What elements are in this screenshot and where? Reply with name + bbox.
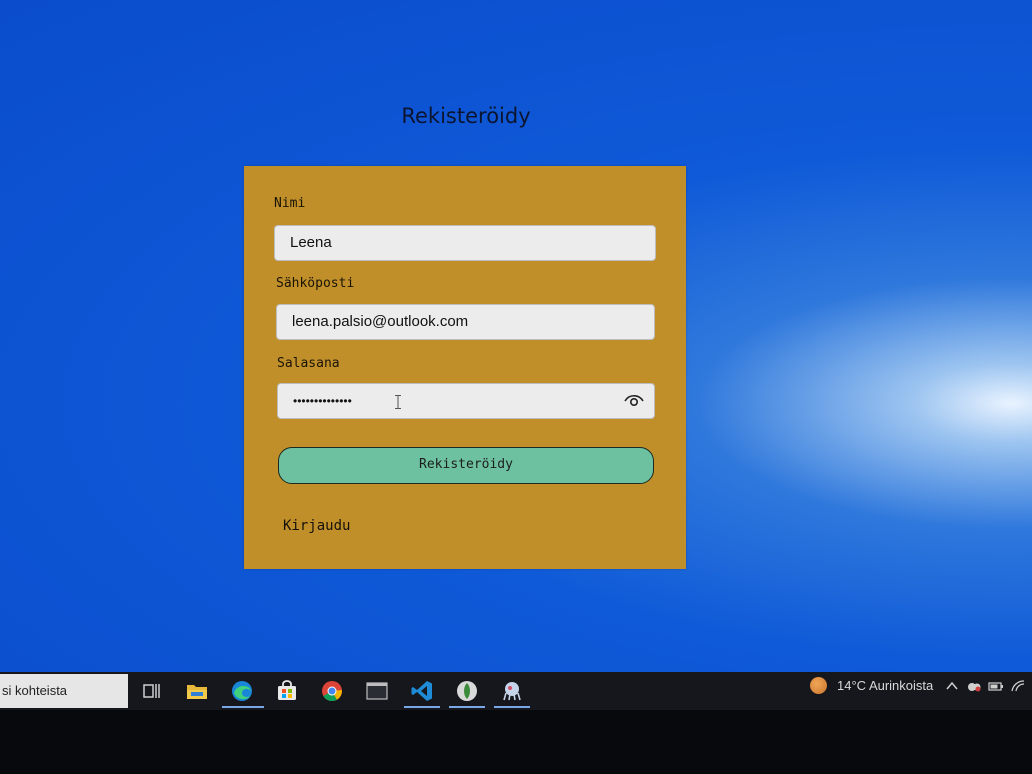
edge-icon[interactable]	[230, 679, 254, 703]
terminal-icon[interactable]	[365, 679, 389, 703]
show-password-icon[interactable]	[624, 392, 644, 410]
app-2-active-indicator	[494, 706, 530, 708]
battery-icon[interactable]	[988, 679, 1004, 693]
taskbar-search-input[interactable]: si kohteista	[0, 674, 128, 708]
app-icon-2[interactable]	[500, 679, 524, 703]
monitor-bezel	[0, 710, 1032, 774]
password-label: Salasana	[277, 356, 340, 371]
app-active-indicator	[449, 706, 485, 708]
wifi-icon[interactable]	[1010, 679, 1026, 693]
name-input[interactable]: Leena	[274, 225, 656, 261]
password-input[interactable]: ••••••••••••••	[277, 383, 655, 419]
cloud-sync-icon[interactable]	[966, 679, 982, 693]
text-cursor-icon	[395, 395, 401, 409]
vscode-icon[interactable]	[410, 679, 434, 703]
chevron-up-icon[interactable]	[946, 679, 958, 693]
page-title: Rekisteröidy	[401, 104, 531, 128]
store-icon[interactable]	[275, 679, 299, 703]
weather-text[interactable]: 14°C Aurinkoista	[837, 678, 933, 693]
task-view-icon[interactable]	[140, 679, 164, 703]
register-button[interactable]: Rekisteröidy	[278, 447, 654, 484]
app-icon[interactable]	[455, 679, 479, 703]
chrome-icon[interactable]	[320, 679, 344, 703]
login-link[interactable]: Kirjaudu	[283, 518, 350, 534]
file-explorer-icon[interactable]	[185, 679, 209, 703]
edge-active-indicator	[222, 706, 264, 708]
register-form: Nimi Leena Sähköposti leena.palsio@outlo…	[244, 166, 686, 569]
app-screen: Rekisteröidy Nimi Leena Sähköposti leena…	[0, 0, 1032, 672]
email-label: Sähköposti	[276, 276, 355, 291]
vscode-active-indicator	[404, 706, 440, 708]
email-input[interactable]: leena.palsio@outlook.com	[276, 304, 655, 340]
password-mask: ••••••••••••••	[293, 394, 352, 408]
weather-sun-icon[interactable]	[810, 677, 827, 694]
name-label: Nimi	[274, 196, 306, 211]
